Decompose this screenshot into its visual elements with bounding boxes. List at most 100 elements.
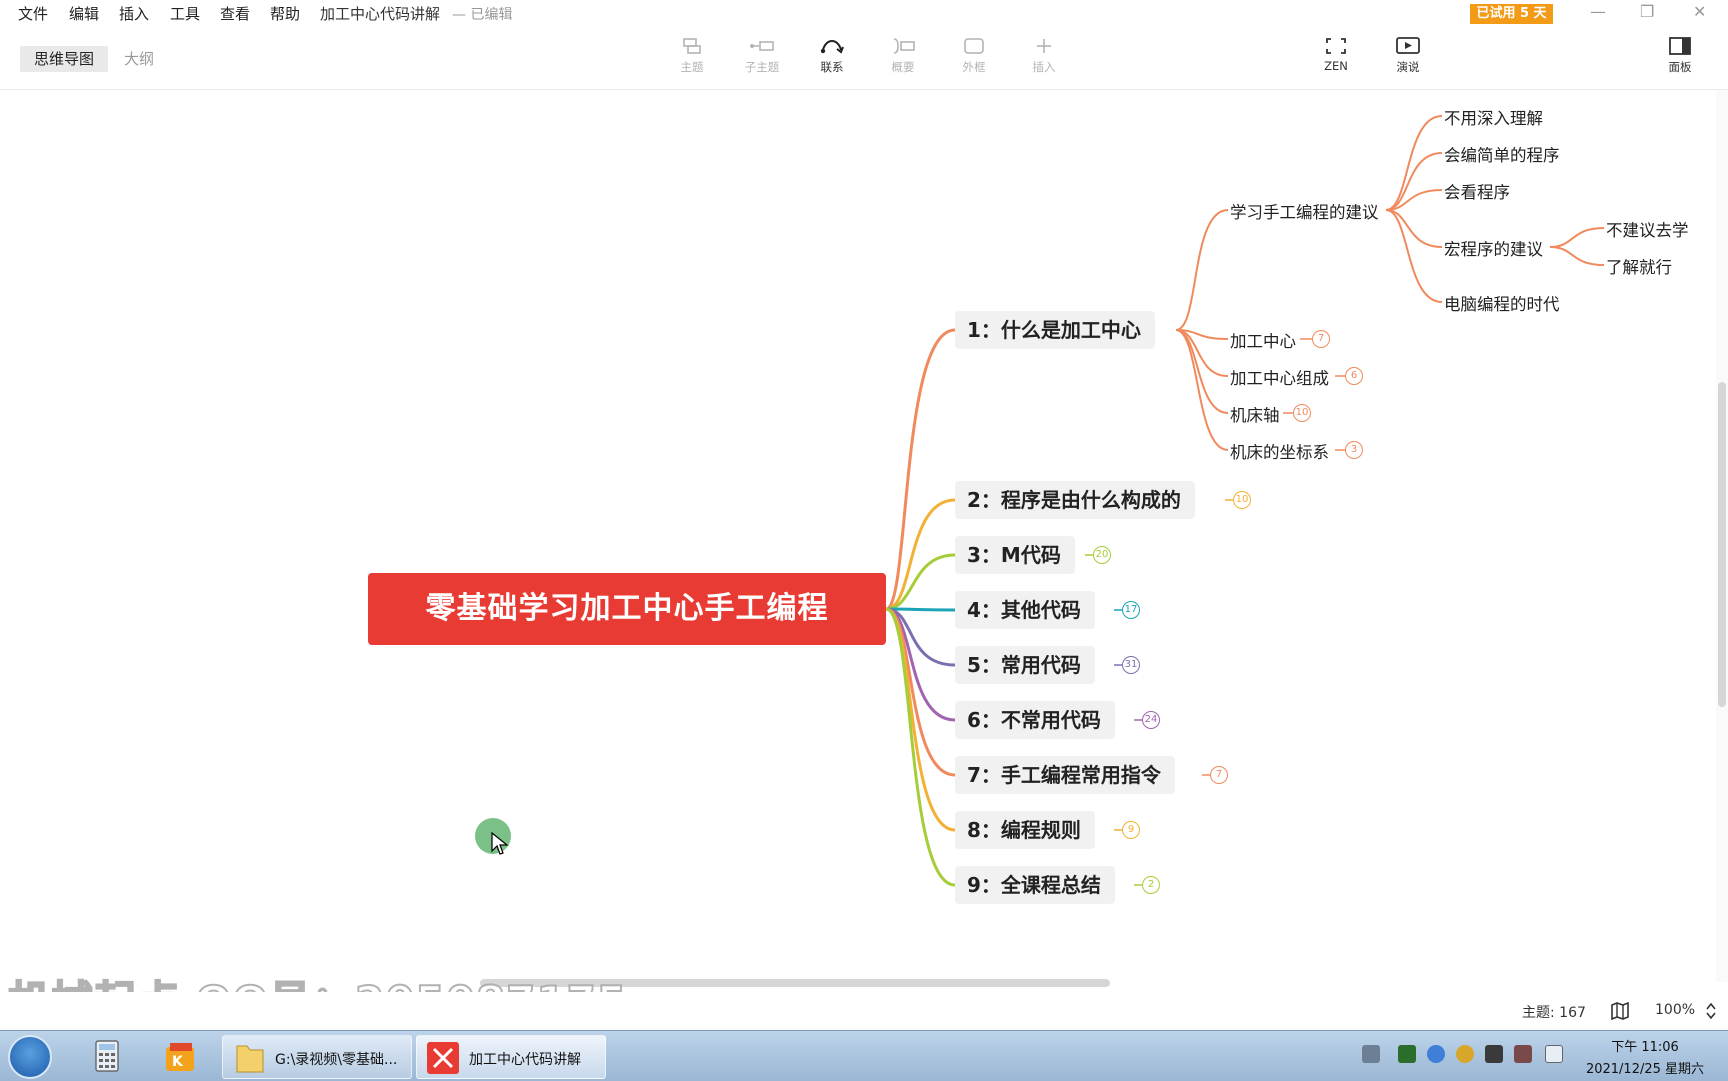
subtopic-no-deep[interactable]: 不用深入理解 [1444, 105, 1543, 129]
taskbar-xmind[interactable]: 加工中心代码讲解 [416, 1035, 606, 1079]
collapse-badge[interactable]: 7 [1210, 766, 1228, 784]
branch-topic-5[interactable]: 5：常用代码 [955, 646, 1095, 684]
boundary-button[interactable]: 外框 [944, 36, 1004, 75]
branch-topic-8[interactable]: 8：编程规则 [955, 811, 1095, 849]
menu-view[interactable]: 查看 [220, 3, 250, 24]
vertical-scroll-thumb[interactable] [1718, 382, 1726, 707]
collapse-badge[interactable]: 31 [1122, 656, 1140, 674]
tab-mindmap[interactable]: 思维导图 [20, 46, 109, 72]
zoom-stepper-icon[interactable] [1705, 1001, 1717, 1021]
play-icon [1396, 37, 1420, 54]
subtopic-button[interactable]: 子主题 [732, 36, 792, 75]
mouse-cursor-icon [491, 832, 509, 855]
minimize-icon[interactable]: — [1590, 2, 1606, 21]
folder-icon [236, 1045, 264, 1073]
topic-icon [683, 38, 701, 54]
security-tray-icon[interactable] [1456, 1045, 1474, 1063]
taskbar: K G:\录视频\零基础... 加工中心代码讲解 下午 11:06 2021/1… [0, 1030, 1728, 1081]
xmind-icon [427, 1042, 459, 1074]
display-tray-icon[interactable] [1514, 1045, 1532, 1063]
subtopic-advice[interactable]: 学习手工编程的建议 [1230, 199, 1379, 223]
subtopic-read-programs[interactable]: 会看程序 [1444, 179, 1510, 203]
branch-topic-4[interactable]: 4：其他代码 [955, 591, 1095, 629]
zen-label: ZEN [1324, 59, 1348, 73]
topic-button[interactable]: 主题 [662, 36, 722, 75]
relationship-button[interactable]: 联系 [802, 36, 862, 75]
status-bar: 主题: 167 100% [0, 992, 1728, 1030]
branch-topic-6[interactable]: 6：不常用代码 [955, 701, 1115, 739]
start-button[interactable] [8, 1035, 52, 1079]
restore-icon[interactable]: ❐ [1640, 2, 1654, 21]
zen-button[interactable]: ZEN [1306, 36, 1366, 73]
collapse-badge[interactable]: 7 [1312, 330, 1330, 348]
branch-connectors [885, 115, 1605, 887]
branch-topic-2[interactable]: 2：程序是由什么构成的 [955, 481, 1195, 519]
subtopic-composition[interactable]: 加工中心组成 [1230, 365, 1329, 389]
subtopic-macro-advice[interactable]: 宏程序的建议 [1444, 236, 1543, 260]
vertical-scrollbar[interactable] [1716, 90, 1728, 982]
central-topic[interactable]: 零基础学习加工中心手工编程 [368, 573, 886, 645]
summary-icon [893, 38, 915, 54]
taskbar-clock[interactable]: 下午 11:06 2021/12/25 星期六 [1570, 1036, 1720, 1077]
subtopic-not-recommended[interactable]: 不建议去学 [1606, 217, 1689, 241]
map-icon[interactable] [1610, 1002, 1630, 1020]
network-tray-icon[interactable] [1398, 1045, 1416, 1063]
present-label: 演说 [1396, 60, 1420, 74]
taskbar-explorer[interactable]: G:\录视频\零基础... [222, 1035, 412, 1079]
subtopic-just-understand[interactable]: 了解就行 [1606, 254, 1672, 278]
subtopic-machining-center[interactable]: 加工中心 [1230, 328, 1296, 352]
tab-outline[interactable]: 大纲 [110, 46, 168, 72]
menu-bar: 文件 编辑 插入 工具 查看 帮助 加工中心代码讲解 — 已编辑 已试用 5 天… [0, 0, 1728, 26]
collapse-badge[interactable]: 6 [1345, 367, 1363, 385]
menu-help[interactable]: 帮助 [270, 3, 300, 24]
insert-button[interactable]: 插入 [1014, 36, 1074, 75]
keyboard-tray-icon[interactable] [1362, 1045, 1380, 1063]
subtopic-cad-era[interactable]: 电脑编程的时代 [1444, 291, 1560, 315]
collapse-badge[interactable]: 17 [1122, 601, 1140, 619]
collapse-badge[interactable]: 10 [1233, 491, 1251, 509]
nvidia-tray-icon[interactable] [1485, 1045, 1503, 1063]
branch-topic-7[interactable]: 7：手工编程常用指令 [955, 756, 1175, 794]
panel-label: 面板 [1668, 60, 1692, 74]
branch-topic-3[interactable]: 3：M代码 [955, 536, 1075, 574]
calculator-icon[interactable] [78, 1037, 134, 1077]
trial-badge[interactable]: 已试用 5 天 [1470, 4, 1553, 24]
subtopic-axes[interactable]: 机床轴 [1230, 402, 1280, 426]
explorer-window-title: G:\录视频\零基础... [275, 1052, 398, 1068]
xmind-window-title: 加工中心代码讲解 [469, 1052, 581, 1068]
collapse-badge[interactable]: 24 [1142, 711, 1160, 729]
menu-tools[interactable]: 工具 [170, 3, 200, 24]
document-title: 加工中心代码讲解 [320, 5, 441, 23]
summary-button[interactable]: 概要 [873, 36, 933, 75]
menu-edit[interactable]: 编辑 [69, 3, 99, 24]
plus-icon [1037, 39, 1051, 53]
panel-icon [1669, 37, 1691, 55]
close-icon[interactable]: ✕ [1693, 2, 1706, 21]
toolbar: 思维导图 大纲 主题 子主题 联系 概要 外框 插入 ZEN 演说 面板 [0, 26, 1728, 90]
panel-button[interactable]: 面板 [1650, 36, 1710, 75]
menu-insert[interactable]: 插入 [119, 3, 149, 24]
subtopic-coordinates[interactable]: 机床的坐标系 [1230, 439, 1329, 463]
insert-label: 插入 [1032, 60, 1056, 74]
archive-app-icon[interactable]: K [152, 1037, 208, 1077]
topic-count: 主题: 167 [1522, 1005, 1586, 1021]
menu-file[interactable]: 文件 [18, 3, 48, 24]
fullscreen-icon [1326, 38, 1346, 54]
mindmap-canvas[interactable]: 零基础学习加工中心手工编程 1：什么是加工中心 2：程序是由什么构成的 3：M代… [0, 90, 1728, 980]
zoom-level[interactable]: 100% [1655, 1002, 1695, 1018]
collapse-badge[interactable]: 10 [1293, 404, 1311, 422]
collapse-badge[interactable]: 20 [1093, 546, 1111, 564]
collapse-badge[interactable]: 9 [1122, 821, 1140, 839]
clock-date: 2021/12/25 星期六 [1585, 1062, 1705, 1077]
topic-label: 主题 [680, 60, 704, 74]
present-button[interactable]: 演说 [1378, 36, 1438, 75]
document-status: — 已编辑 [452, 7, 513, 23]
boundary-icon [964, 38, 984, 54]
volume-tray-icon[interactable] [1545, 1045, 1563, 1063]
collapse-badge[interactable]: 2 [1142, 876, 1160, 894]
subtopic-simple-programs[interactable]: 会编简单的程序 [1444, 142, 1560, 166]
branch-topic-9[interactable]: 9：全课程总结 [955, 866, 1115, 904]
branch-topic-1[interactable]: 1：什么是加工中心 [955, 311, 1155, 349]
collapse-badge[interactable]: 3 [1345, 441, 1363, 459]
player-tray-icon[interactable] [1427, 1045, 1445, 1063]
